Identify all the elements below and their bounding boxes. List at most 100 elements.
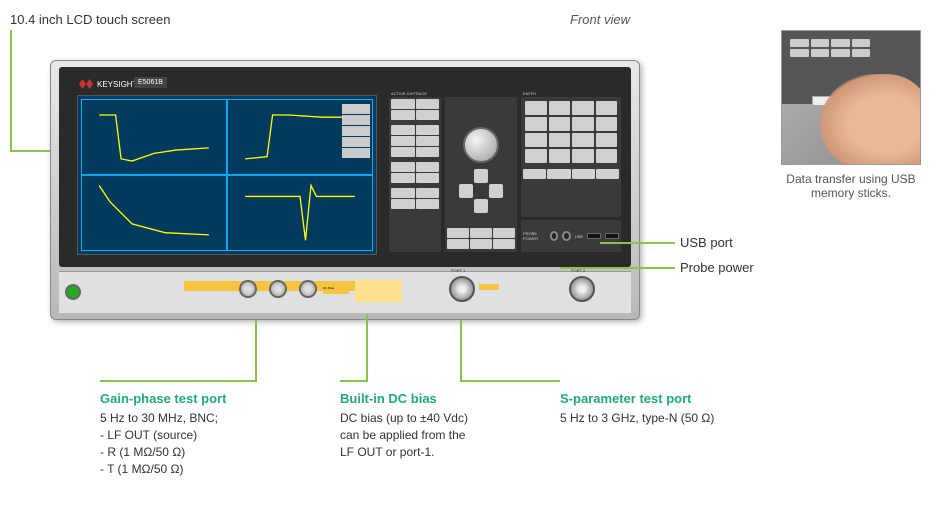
bnc-connector-t[interactable] [239,280,257,298]
keypad-key[interactable] [572,117,594,131]
arrow-down-button[interactable] [474,199,488,213]
port-strip: DC Bias PORT 1 PORT 2 [59,271,631,313]
caution-label [355,280,402,302]
brand-text: KEYSIGHT [97,80,137,89]
keypad-key[interactable] [549,101,571,115]
dc-bias-callout: Built-in DC bias DC bias (up to ±40 Vdc)… [340,390,530,461]
entry-keypad-group: ENTRY [521,97,621,217]
lcd-touchscreen[interactable] [77,95,377,255]
arrow-right-button[interactable] [489,184,503,198]
keypad-key[interactable] [572,101,594,115]
callout-text: - T (1 MΩ/50 Ω) [100,461,300,478]
keypad-key[interactable] [596,149,618,163]
callout-line [10,30,12,150]
trace-pane-2[interactable] [227,99,373,175]
callout-text: DC bias (up to ±40 Vdc) [340,410,530,427]
panel-button[interactable] [416,199,440,209]
callout-line [255,320,257,380]
probe-power-label: PROBE POWER [523,231,546,241]
bnc-connector-lfout[interactable] [299,280,317,298]
panel-button[interactable] [447,228,469,238]
usb-port-callout: USB port [680,235,733,250]
softkey[interactable] [342,137,370,147]
panel-button[interactable] [391,125,415,135]
callout-title: Built-in DC bias [340,390,530,408]
probe-power-jack[interactable] [562,231,571,241]
inset-button [811,39,830,47]
trace-pane-1[interactable] [81,99,227,175]
probe-power-jack[interactable] [550,231,559,241]
inset-button [831,49,850,57]
type-n-port-1[interactable] [449,276,475,302]
keypad-key[interactable] [549,149,571,163]
preset-button[interactable] [596,169,619,179]
keypad-key[interactable] [572,149,594,163]
callout-title: S-parameter test port [560,390,780,408]
softkey[interactable] [342,115,370,125]
keypad-key[interactable] [525,149,547,163]
panel-button[interactable] [416,147,440,157]
panel-button[interactable] [391,110,415,120]
softkey[interactable] [342,104,370,114]
s-parameter-callout: S-parameter test port 5 Hz to 3 GHz, typ… [560,390,780,427]
keysight-icon [79,79,93,89]
panel-button[interactable] [572,169,595,179]
callout-text: can be applied from the [340,427,530,444]
usb-port[interactable] [587,233,601,239]
keypad-key[interactable] [596,101,618,115]
panel-button[interactable] [416,173,440,183]
panel-button[interactable] [416,125,440,135]
trace-pane-3[interactable] [81,175,227,251]
callout-line [460,380,560,382]
panel-button[interactable] [547,169,570,179]
panel-button[interactable] [391,136,415,146]
panel-button[interactable] [493,228,515,238]
keypad-key[interactable] [596,117,618,131]
rotary-knob[interactable] [463,127,499,163]
keypad-key[interactable] [549,133,571,147]
brand-logo: KEYSIGHT [79,79,137,89]
panel-button[interactable] [416,110,440,120]
panel-button[interactable] [416,188,440,198]
panel-button[interactable] [391,199,415,209]
panel-button[interactable] [391,188,415,198]
panel-button[interactable] [493,239,515,249]
callout-title: Gain-phase test port [100,390,300,408]
keypad-key[interactable] [549,117,571,131]
softkey[interactable] [342,126,370,136]
front-panel-controls: ACTIVE CH/TRACE [389,92,624,257]
inset-button [831,39,850,47]
probe-power-callout: Probe power [680,260,754,275]
keypad-key[interactable] [525,117,547,131]
navigation-group [445,97,517,252]
panel-button[interactable] [470,239,492,249]
arrow-up-button[interactable] [474,169,488,183]
callout-line [340,380,368,382]
keypad-key[interactable] [596,133,618,147]
panel-button[interactable] [447,239,469,249]
callout-line [100,380,257,382]
panel-button[interactable] [470,228,492,238]
power-button[interactable] [65,284,81,300]
softkey[interactable] [342,148,370,158]
usb-port[interactable] [605,233,619,239]
inset-button [790,39,809,47]
panel-button[interactable] [391,147,415,157]
type-n-port-2[interactable] [569,276,595,302]
panel-button[interactable] [391,173,415,183]
keypad-key[interactable] [572,133,594,147]
panel-button[interactable] [523,169,546,179]
keypad-key[interactable] [525,101,547,115]
panel-button[interactable] [416,99,440,109]
panel-button[interactable] [391,99,415,109]
panel-button[interactable] [416,162,440,172]
model-label: E5061B [134,77,167,88]
lcd-callout-label: 10.4 inch LCD touch screen [10,12,170,27]
panel-button[interactable] [391,162,415,172]
arrow-left-button[interactable] [459,184,473,198]
bnc-connector-r[interactable] [269,280,287,298]
panel-button[interactable] [416,136,440,146]
callout-line [366,314,368,380]
keypad-key[interactable] [525,133,547,147]
trace-pane-4[interactable] [227,175,373,251]
